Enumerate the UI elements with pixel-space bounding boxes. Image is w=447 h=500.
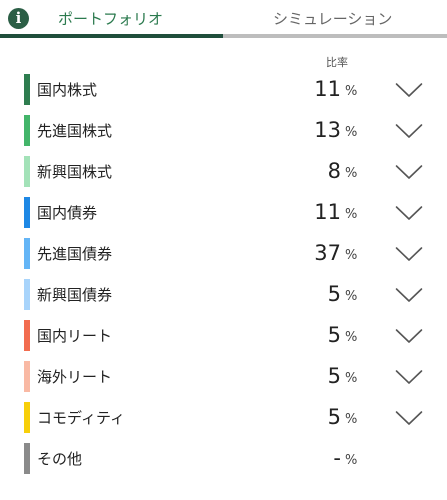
tab-simulation-underline: [223, 34, 447, 38]
asset-color-bar: [24, 115, 30, 146]
asset-label: 国内リート: [37, 327, 113, 345]
asset-color-bar: [24, 238, 30, 269]
asset-percentage-value: 5: [327, 282, 341, 306]
asset-percentage-value: 13: [314, 118, 341, 142]
asset-row[interactable]: 新興国債券 5 %: [0, 275, 447, 316]
asset-row[interactable]: 海外リート 5 %: [0, 357, 447, 398]
asset-label: 先進国株式: [37, 122, 113, 140]
asset-percentage-value: -: [333, 446, 341, 470]
asset-label: 新興国株式: [37, 163, 113, 181]
asset-color-bar: [24, 197, 30, 228]
asset-color-bar: [24, 156, 30, 187]
asset-label: 国内債券: [37, 204, 98, 222]
asset-color-bar: [24, 361, 30, 392]
tab-portfolio[interactable]: ポートフォリオ: [58, 9, 163, 29]
chevron-down-icon[interactable]: [395, 369, 423, 385]
ratio-column-header: 比率: [326, 56, 348, 69]
asset-row: その他 - %: [0, 439, 447, 480]
percent-unit: %: [345, 248, 358, 263]
asset-label: 海外リート: [37, 368, 113, 386]
asset-row[interactable]: 新興国株式 8 %: [0, 152, 447, 193]
chevron-down-icon[interactable]: [395, 287, 423, 303]
asset-color-bar: [24, 279, 30, 310]
chevron-down-icon[interactable]: [395, 246, 423, 262]
asset-percentage-value: 5: [327, 405, 341, 429]
percent-unit: %: [345, 453, 358, 468]
chevron-down-icon[interactable]: [395, 410, 423, 426]
percent-unit: %: [345, 207, 358, 222]
percent-unit: %: [345, 412, 358, 427]
asset-label: 新興国債券: [37, 286, 113, 304]
percent-unit: %: [345, 371, 358, 386]
asset-row[interactable]: 先進国債券 37 %: [0, 234, 447, 275]
percent-unit: %: [345, 166, 358, 181]
tab-bar: i ポートフォリオ シミュレーション: [0, 0, 447, 38]
percent-unit: %: [345, 125, 358, 140]
asset-label: 先進国債券: [37, 245, 113, 263]
asset-row[interactable]: 先進国株式 13 %: [0, 111, 447, 152]
chevron-down-icon[interactable]: [395, 123, 423, 139]
percent-unit: %: [345, 84, 358, 99]
chevron-down-icon[interactable]: [395, 205, 423, 221]
asset-percentage-value: 8: [327, 159, 341, 183]
asset-percentage-value: 5: [327, 323, 341, 347]
asset-color-bar: [24, 443, 30, 474]
chevron-down-icon[interactable]: [395, 164, 423, 180]
percent-unit: %: [345, 330, 358, 345]
asset-percentage-value: 11: [314, 200, 341, 224]
asset-row[interactable]: 国内株式 11 %: [0, 70, 447, 111]
asset-color-bar: [24, 320, 30, 351]
tab-portfolio-underline: [0, 34, 223, 38]
percent-unit: %: [345, 289, 358, 304]
asset-percentage-value: 11: [314, 77, 341, 101]
chevron-down-icon[interactable]: [395, 82, 423, 98]
chevron-down-icon[interactable]: [395, 328, 423, 344]
asset-label: 国内株式: [37, 81, 98, 99]
asset-row[interactable]: 国内リート 5 %: [0, 316, 447, 357]
tab-simulation[interactable]: シミュレーション: [273, 9, 392, 29]
asset-row[interactable]: 国内債券 11 %: [0, 193, 447, 234]
asset-percentage-value: 5: [327, 364, 341, 388]
asset-percentage-value: 37: [314, 241, 341, 265]
asset-allocation-list: 国内株式 11 % 先進国株式 13 % 新興国株式 8 % 国内債券 11 %…: [0, 70, 447, 480]
asset-color-bar: [24, 402, 30, 433]
asset-color-bar: [24, 74, 30, 105]
asset-row[interactable]: コモディティ 5 %: [0, 398, 447, 439]
asset-label: その他: [37, 450, 83, 468]
info-icon[interactable]: i: [8, 8, 29, 29]
asset-label: コモディティ: [37, 409, 126, 427]
